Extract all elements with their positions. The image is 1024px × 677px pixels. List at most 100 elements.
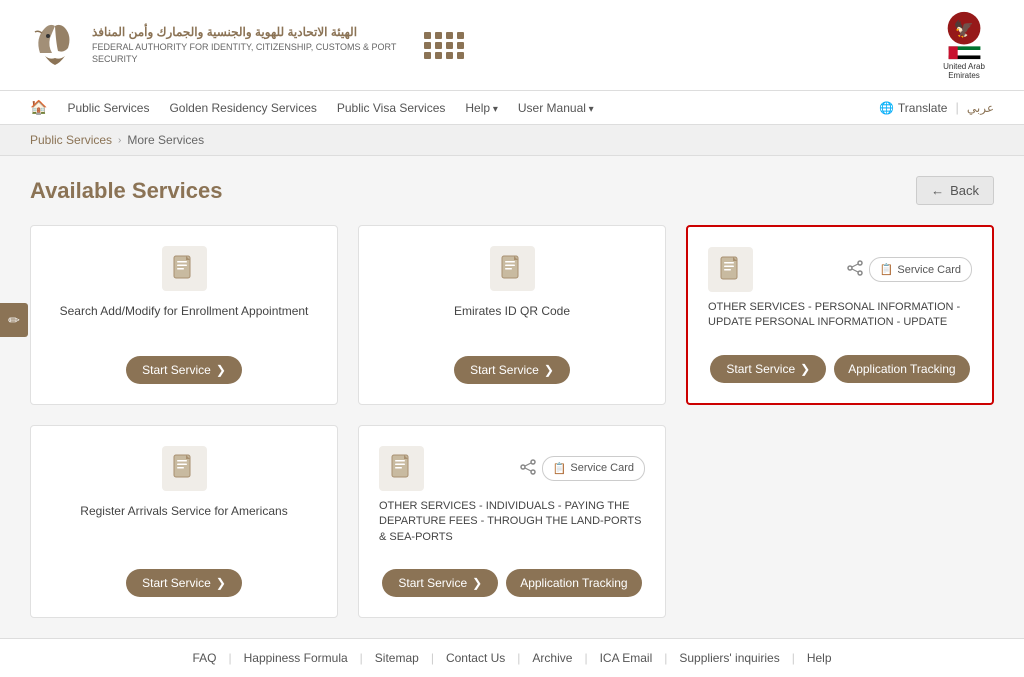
card5-card-icon: 📋 — [553, 462, 567, 475]
card-icon-small: 📋 — [880, 263, 894, 276]
service-card-5: 📋 Service Card OTHER SERVICES - INDIVIDU… — [358, 425, 666, 618]
edit-button[interactable]: ✏ — [0, 303, 28, 337]
nav-divider: | — [955, 100, 958, 115]
footer-sep-1: | — [228, 651, 231, 665]
start-arrow-icon: ❯ — [216, 363, 226, 377]
card1-actions: Start Service ❯ — [126, 356, 242, 384]
card2-icon — [490, 246, 535, 291]
card5-icon — [379, 446, 424, 491]
footer-archive[interactable]: Archive — [532, 651, 572, 665]
share-icon-svg-5 — [520, 459, 536, 475]
footer-faq[interactable]: FAQ — [192, 651, 216, 665]
main-content: Available Services ← Back Search Add/Mod… — [0, 156, 1024, 638]
card5-share-icon[interactable] — [520, 459, 536, 478]
card5-service-card-label: Service Card — [570, 462, 634, 474]
card1-title: Search Add/Modify for Enrollment Appoint… — [60, 303, 309, 334]
footer-sep-3: | — [431, 651, 434, 665]
card2-start-button[interactable]: Start Service ❯ — [454, 356, 570, 384]
card3-share-icon[interactable] — [847, 260, 863, 279]
card3-start-button[interactable]: Start Service ❯ — [710, 355, 826, 383]
breadcrumb-current: More Services — [127, 133, 204, 147]
back-label: Back — [950, 183, 979, 198]
card3-icon — [708, 247, 753, 292]
logo-area: الهيئة الاتحادية للهوية والجنسية والجمار… — [30, 18, 465, 73]
uae-emblem-icon: 🦅 — [937, 10, 992, 60]
header: الهيئة الاتحادية للهوية والجنسية والجمار… — [0, 0, 1024, 91]
card3-service-card-label: Service Card — [897, 264, 961, 276]
card3-body: OTHER SERVICES - PERSONAL INFORMATION - … — [708, 300, 972, 345]
arabic-link[interactable]: عربي — [967, 101, 994, 115]
uae-emblem-area: 🦅 United Arab Emirates — [934, 10, 994, 80]
document-icon-2 — [500, 255, 524, 283]
breadcrumb: Public Services › More Services — [0, 125, 1024, 156]
footer-sitemap[interactable]: Sitemap — [375, 651, 419, 665]
translate-icon: 🌐 — [879, 101, 894, 115]
nav-help[interactable]: Help — [465, 101, 498, 115]
start-arrow-icon-5: ❯ — [472, 576, 482, 590]
cards-grid: Search Add/Modify for Enrollment Appoint… — [30, 225, 994, 618]
breadcrumb-separator: › — [118, 135, 121, 146]
breadcrumb-public-services[interactable]: Public Services — [30, 133, 112, 147]
logo-english: FEDERAL AUTHORITY FOR IDENTITY, CITIZENS… — [92, 41, 412, 66]
card5-actions: Start Service ❯ Application Tracking — [382, 569, 641, 597]
footer-ica-email[interactable]: ICA Email — [600, 651, 653, 665]
footer-sep-5: | — [584, 651, 587, 665]
card5-tracking-button[interactable]: Application Tracking — [506, 569, 641, 597]
card4-start-button[interactable]: Start Service ❯ — [126, 569, 242, 597]
footer-help[interactable]: Help — [807, 651, 832, 665]
page-title: Available Services — [30, 178, 222, 204]
footer: FAQ | Happiness Formula | Sitemap | Cont… — [0, 638, 1024, 677]
translate-button[interactable]: 🌐 Translate — [879, 101, 948, 115]
card3-tracking-button[interactable]: Application Tracking — [834, 355, 969, 383]
card4-title: Register Arrivals Service for Americans — [80, 503, 287, 534]
home-icon[interactable]: 🏠 — [30, 99, 47, 116]
footer-sep-7: | — [792, 651, 795, 665]
document-icon-3 — [719, 256, 743, 284]
service-card-4: Register Arrivals Service for Americans … — [30, 425, 338, 618]
footer-sep-4: | — [517, 651, 520, 665]
footer-suppliers[interactable]: Suppliers' inquiries — [679, 651, 779, 665]
footer-contact[interactable]: Contact Us — [446, 651, 505, 665]
back-arrow-icon: ← — [931, 183, 944, 198]
page-header: Available Services ← Back — [30, 176, 994, 205]
card5-start-button[interactable]: Start Service ❯ — [382, 569, 498, 597]
footer-happiness[interactable]: Happiness Formula — [244, 651, 348, 665]
card1-icon — [162, 246, 207, 291]
card5-title: OTHER SERVICES - INDIVIDUALS - PAYING TH… — [379, 499, 645, 559]
share-icon-svg — [847, 260, 863, 276]
document-icon — [172, 255, 196, 283]
service-card-2: Emirates ID QR Code Start Service ❯ — [358, 225, 666, 405]
card3-title: OTHER SERVICES - PERSONAL INFORMATION - … — [708, 300, 972, 345]
translate-label: Translate — [898, 101, 948, 115]
card5-body: OTHER SERVICES - INDIVIDUALS - PAYING TH… — [379, 499, 645, 559]
logo-arabic: الهيئة الاتحادية للهوية والجنسية والجمار… — [92, 24, 412, 41]
card3-service-card-button[interactable]: 📋 Service Card — [869, 257, 972, 282]
card1-start-button[interactable]: Start Service ❯ — [126, 356, 242, 384]
service-card-3: 📋 Service Card OTHER SERVICES - PERSONAL… — [686, 225, 994, 405]
logo-text: الهيئة الاتحادية للهوية والجنسية والجمار… — [92, 24, 412, 66]
card4-actions: Start Service ❯ — [126, 569, 242, 597]
navigation: 🏠 Public Services Golden Residency Servi… — [0, 91, 1024, 125]
logo-bird-icon — [30, 18, 80, 73]
document-icon-4 — [172, 454, 196, 482]
card1-body: Search Add/Modify for Enrollment Appoint… — [51, 303, 317, 346]
start-arrow-icon-4: ❯ — [216, 576, 226, 590]
start-arrow-icon-3: ❯ — [800, 362, 810, 376]
nav-user-manual[interactable]: User Manual — [518, 101, 594, 115]
nav-public-visa[interactable]: Public Visa Services — [337, 101, 446, 115]
card4-icon — [162, 446, 207, 491]
footer-sep-2: | — [360, 651, 363, 665]
start-arrow-icon-2: ❯ — [544, 363, 554, 377]
card4-body: Register Arrivals Service for Americans — [51, 503, 317, 559]
card2-body: Emirates ID QR Code — [379, 303, 645, 346]
card2-actions: Start Service ❯ — [454, 356, 570, 384]
back-button[interactable]: ← Back — [916, 176, 994, 205]
nav-public-services[interactable]: Public Services — [67, 101, 149, 115]
service-card-1: Search Add/Modify for Enrollment Appoint… — [30, 225, 338, 405]
nav-golden-residency[interactable]: Golden Residency Services — [169, 101, 316, 115]
emblem-text: United Arab Emirates — [934, 62, 994, 80]
nav-right: 🌐 Translate | عربي — [879, 100, 994, 115]
card5-service-card-button[interactable]: 📋 Service Card — [542, 456, 645, 481]
svg-text:🦅: 🦅 — [953, 19, 973, 39]
card2-title: Emirates ID QR Code — [454, 303, 570, 334]
